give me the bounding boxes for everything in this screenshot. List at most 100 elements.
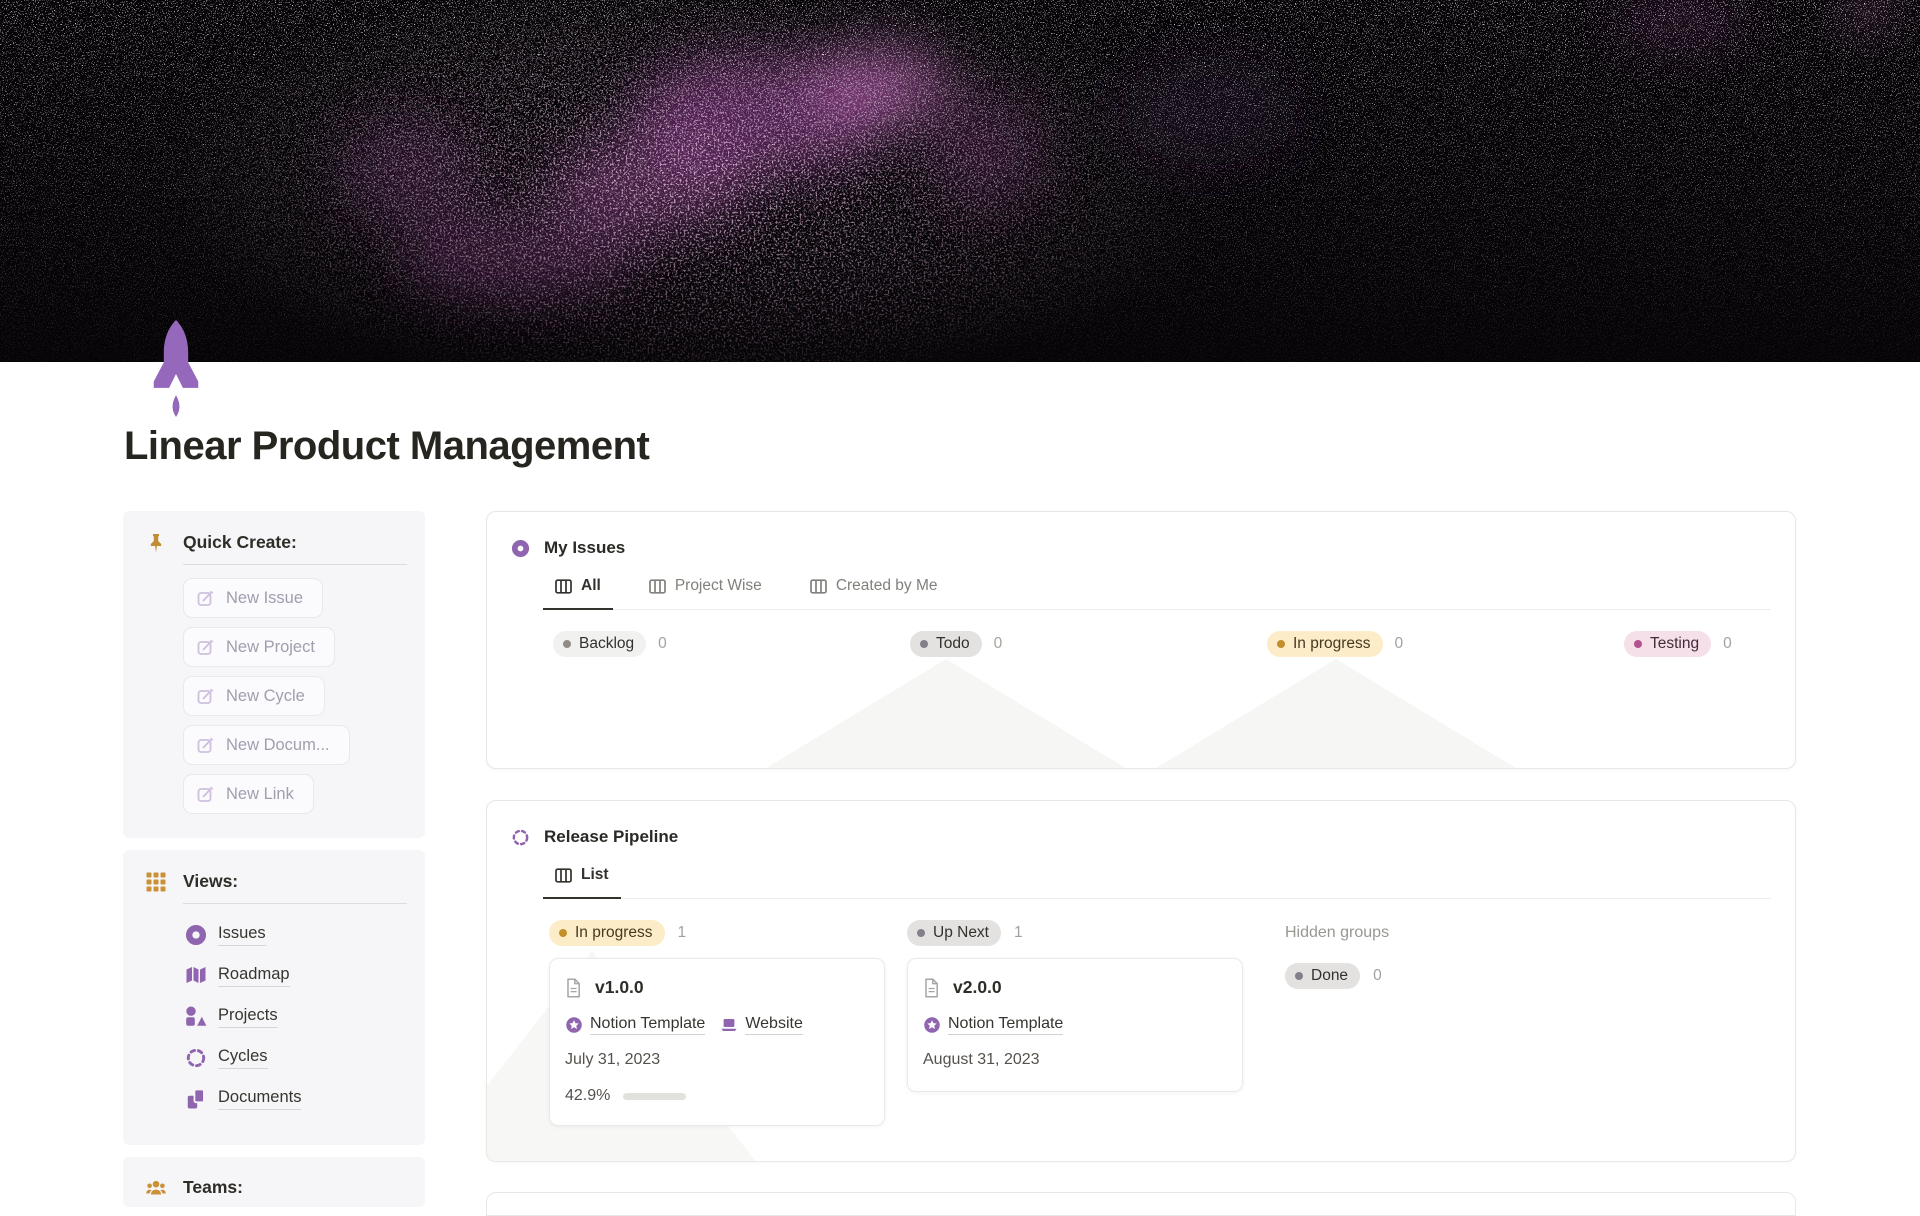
website-link[interactable]: Website	[720, 1015, 803, 1035]
card-title: Release Pipeline	[544, 827, 679, 846]
pushpin-icon	[146, 533, 166, 553]
tab-label: Project Wise	[674, 577, 762, 594]
laptop-icon	[721, 1019, 737, 1031]
edit-pencil-icon	[197, 786, 214, 802]
sidebar-item-label: Projects	[218, 1006, 278, 1028]
board-columns-icon	[555, 578, 572, 594]
release-card-v2[interactable]: v2.0.0 Notion Template August 31, 2023	[907, 958, 1243, 1092]
release-card-v1[interactable]: v1.0.0 Notion Template Website July 31, …	[549, 958, 885, 1126]
new-issue-button[interactable]: New Issue	[183, 578, 324, 618]
page-title: Linear Product Management	[124, 424, 650, 468]
status-badge[interactable]: Done	[1285, 963, 1361, 989]
tab-all[interactable]: All	[543, 572, 613, 610]
decorative-triangle	[1153, 659, 1519, 768]
button-label: New Docum...	[226, 735, 330, 754]
tab-list[interactable]: List	[543, 861, 621, 899]
sidebar-item-issues[interactable]: Issues	[185, 914, 425, 955]
status-dot	[1634, 640, 1642, 648]
tab-project-wise[interactable]: Project Wise	[637, 572, 774, 610]
status-badge[interactable]: Todo	[910, 631, 982, 657]
notion-template-link[interactable]: Notion Template	[923, 1015, 1064, 1035]
board-columns-icon	[809, 578, 827, 594]
new-link-button[interactable]: New Link	[183, 774, 314, 814]
quick-create-title: Quick Create:	[183, 532, 297, 552]
column-count: 0	[1373, 967, 1382, 984]
status-label: Todo	[936, 635, 970, 652]
progress-bar	[623, 1092, 687, 1100]
edit-pencil-icon	[197, 590, 214, 606]
column-count: 0	[1723, 635, 1732, 652]
release-pipeline-card: Release Pipeline List In progress 1 v1.0…	[486, 800, 1796, 1162]
release-date: July 31, 2023	[565, 1051, 661, 1068]
notion-template-link[interactable]: Notion Template	[565, 1015, 706, 1035]
status-badge[interactable]: Backlog	[553, 631, 647, 657]
template-star-badge-icon	[566, 1017, 582, 1033]
shapes-icon	[185, 1006, 207, 1028]
new-project-button[interactable]: New Project	[183, 627, 335, 667]
board-column-backlog: Backlog 0	[553, 631, 910, 657]
hidden-groups-toggle[interactable]: Hidden groups	[1285, 920, 1795, 946]
page-icon	[925, 977, 938, 998]
status-dot	[563, 640, 571, 648]
sidebar-item-projects[interactable]: Projects	[185, 996, 425, 1037]
link-label: Notion Template	[590, 1015, 706, 1035]
status-label: Up Next	[933, 924, 989, 941]
board-column-in-progress: In progress 0	[1267, 631, 1624, 657]
page-icon	[567, 977, 580, 998]
release-date: August 31, 2023	[923, 1051, 1040, 1068]
release-card-title: v2.0.0	[953, 977, 1002, 997]
main-content: My Issues All Project Wise Created by Me…	[486, 511, 1796, 1216]
board-column-todo: Todo 0	[910, 631, 1267, 657]
pipeline-column-in-progress: In progress 1 v1.0.0 Notion Template Web…	[549, 920, 907, 1126]
tab-label: All	[581, 577, 601, 594]
progress-row: 42.9%	[565, 1087, 866, 1105]
new-cycle-button[interactable]: New Cycle	[183, 676, 325, 716]
my-issues-card: My Issues All Project Wise Created by Me…	[486, 511, 1796, 769]
views-panel: Views: Issues Roadmap Projects Cycles Do…	[123, 850, 425, 1145]
release-card-title: v1.0.0	[595, 977, 644, 997]
grid-icon	[146, 872, 166, 892]
status-badge[interactable]: Up Next	[907, 920, 1001, 946]
button-label: New Cycle	[226, 686, 305, 705]
status-badge[interactable]: In progress	[549, 920, 665, 946]
sidebar-item-label: Issues	[218, 924, 266, 946]
pipeline-column-up-next: Up Next 1 v2.0.0 Notion Template August …	[907, 920, 1265, 1126]
sidebar-item-documents[interactable]: Documents	[185, 1078, 425, 1119]
cover-image	[0, 0, 1920, 362]
pages-icon	[185, 1088, 207, 1110]
column-count: 0	[993, 635, 1003, 652]
issue-donut-icon	[511, 539, 530, 558]
status-dot	[917, 929, 925, 937]
sidebar-item-roadmap[interactable]: Roadmap	[185, 955, 425, 996]
column-count: 1	[1014, 924, 1023, 941]
board-columns-icon	[648, 578, 666, 594]
new-document-button[interactable]: New Docum...	[183, 725, 350, 765]
status-badge[interactable]: In progress	[1267, 631, 1383, 657]
quick-create-panel: Quick Create: New Issue New Project New …	[123, 511, 425, 838]
status-dot	[559, 929, 567, 937]
link-label: Website	[745, 1015, 803, 1035]
pipeline-hidden-groups: Hidden groups Done 0	[1265, 920, 1795, 1126]
dashed-circle-icon	[511, 828, 530, 847]
board-columns-icon	[555, 867, 572, 883]
teams-title: Teams:	[183, 1177, 243, 1197]
sidebar: Quick Create: New Issue New Project New …	[123, 511, 425, 1207]
next-card-partial	[486, 1192, 1796, 1216]
my-issues-board: Backlog 0 Todo 0 In progress 0 Testing 0	[553, 631, 1795, 657]
tab-created-by-me[interactable]: Created by Me	[798, 572, 950, 610]
column-count: 0	[1394, 635, 1404, 652]
divider	[183, 903, 407, 904]
status-label: In progress	[1293, 635, 1371, 652]
status-badge[interactable]: Testing	[1624, 631, 1712, 657]
sidebar-item-cycles[interactable]: Cycles	[185, 1037, 425, 1078]
button-label: New Project	[226, 637, 315, 656]
status-label: Testing	[1650, 635, 1700, 652]
divider	[183, 564, 407, 565]
tab-label: Created by Me	[835, 577, 938, 594]
sidebar-item-label: Documents	[218, 1088, 302, 1110]
views-title: Views:	[183, 871, 239, 891]
my-issues-tabbar: All Project Wise Created by Me	[543, 572, 1771, 610]
rocket-page-icon[interactable]	[149, 320, 203, 426]
progress-label: 42.9%	[565, 1087, 611, 1104]
status-label: In progress	[575, 924, 653, 941]
